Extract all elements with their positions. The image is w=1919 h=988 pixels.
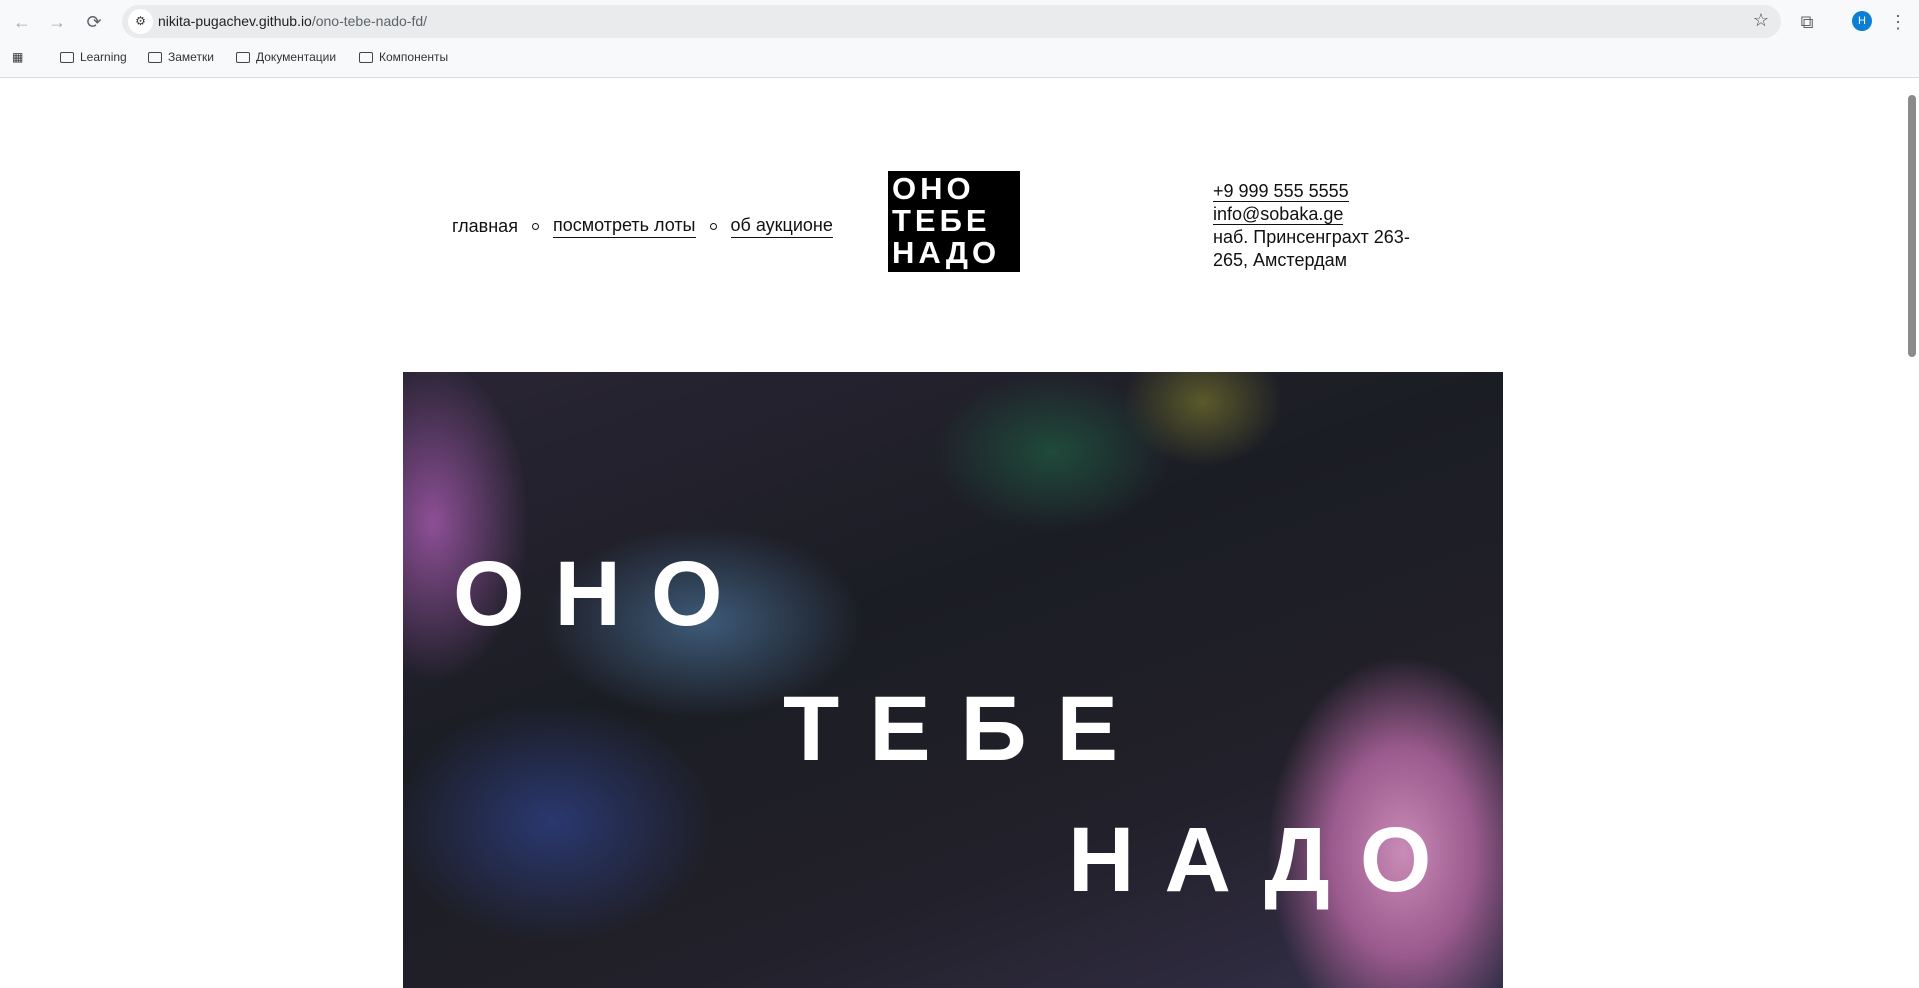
back-icon[interactable]: ← <box>10 10 34 34</box>
nav-separator <box>709 223 717 230</box>
bookmark-zametki[interactable]: Заметки <box>148 50 214 64</box>
hero-title-line2: ТЕБЕ <box>783 678 1149 780</box>
logo-line: ОНО <box>892 171 975 206</box>
scrollbar[interactable] <box>1905 79 1919 988</box>
site-info-icon[interactable]: ⚙ <box>128 9 153 34</box>
main-nav: главная посмотреть лоты об аукционе <box>452 215 833 238</box>
profile-avatar[interactable]: H <box>1852 11 1872 31</box>
bookmark-label: Компоненты <box>379 50 449 64</box>
url-host: nikita-pugachev.github.io <box>158 13 312 29</box>
url-text: nikita-pugachev.github.io/ono-tebe-nado-… <box>158 13 427 29</box>
logo-line: ТЕБЕ <box>892 203 991 238</box>
contacts: +9 999 555 5555 info@sobaka.ge наб. Прин… <box>1213 180 1433 272</box>
browser-chrome: ← → ⟳ ⚙ nikita-pugachev.github.io/ono-te… <box>0 0 1919 78</box>
hero-title-line3: НАДО <box>1068 809 1462 911</box>
phone-link[interactable]: +9 999 555 5555 <box>1213 181 1349 202</box>
folder-icon <box>236 51 250 63</box>
bookmark-dokumentatsii[interactable]: Документации <box>236 50 336 64</box>
reload-icon[interactable]: ⟳ <box>82 10 106 34</box>
hero-title-line1: ОНО <box>453 543 753 645</box>
email-link[interactable]: info@sobaka.ge <box>1213 204 1344 225</box>
forward-icon[interactable]: → <box>45 10 69 34</box>
bookmark-star-icon[interactable]: ☆ <box>1753 10 1769 31</box>
menu-icon[interactable]: ⋮ <box>1886 10 1910 34</box>
bookmark-label: Заметки <box>168 50 214 64</box>
logo-line: НАДО <box>892 235 1001 270</box>
folder-icon <box>359 51 373 63</box>
address: наб. Принсенграхт 263-265, Амстердам <box>1213 227 1410 270</box>
bookmark-learning[interactable]: Learning <box>60 50 127 64</box>
bookmark-label: Learning <box>80 50 127 64</box>
url-path: /ono-tebe-nado-fd/ <box>311 13 428 29</box>
bookmark-label: Документации <box>256 50 337 64</box>
apps-icon[interactable]: ▦ <box>12 50 23 64</box>
hero-banner: ОНО ТЕБЕ НАДО <box>403 372 1503 988</box>
scrollbar-thumb[interactable] <box>1908 95 1916 357</box>
nav-home[interactable]: главная <box>452 216 518 237</box>
folder-icon <box>60 51 74 63</box>
extensions-icon[interactable]: ⧉ <box>1795 10 1819 34</box>
logo[interactable]: ОНО ТЕБЕ НАДО <box>888 171 1020 272</box>
nav-about[interactable]: об аукционе <box>730 215 833 238</box>
folder-icon <box>148 51 162 63</box>
bookmark-komponenty[interactable]: Компоненты <box>359 50 448 64</box>
nav-separator <box>531 223 539 230</box>
address-bar[interactable]: ⚙ nikita-pugachev.github.io/ono-tebe-nad… <box>122 5 1781 38</box>
nav-lots[interactable]: посмотреть лоты <box>552 215 696 238</box>
